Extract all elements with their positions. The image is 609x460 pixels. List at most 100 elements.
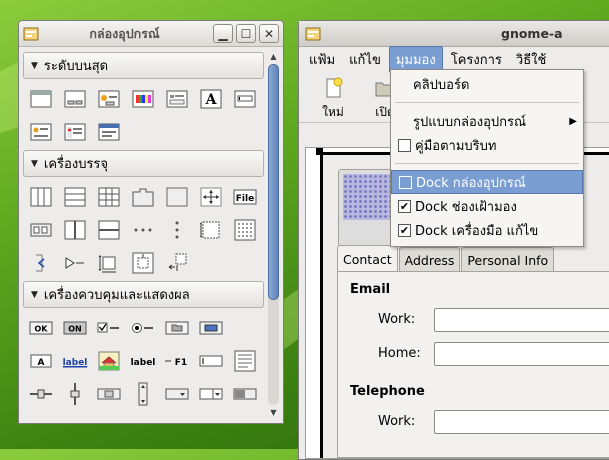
control-grid: OK ON A label label F1 [23,310,264,410]
menu-item-dock-palette[interactable]: Dock กล่องอุปกรณ์ [391,170,583,194]
checkbox-checked-icon[interactable]: ✔ [398,223,411,237]
menu-item-clipboard[interactable]: คลิปบอร์ด [391,72,583,96]
color-dialog-icon[interactable] [126,82,160,115]
checkbox-unchecked-icon[interactable] [399,175,412,189]
toggle-on-button-icon[interactable]: ON [58,311,92,344]
layout-icon[interactable] [194,213,228,246]
label-icon[interactable]: label [126,344,160,377]
hscale-icon[interactable] [24,377,58,410]
ok-button-icon[interactable]: OK [24,311,58,344]
ok-label: OK [35,324,49,333]
assistant-icon[interactable] [58,115,92,148]
checkbox-unchecked-icon[interactable] [398,138,411,152]
font-dialog-icon[interactable]: A [194,82,228,115]
vpaned-icon[interactable] [92,213,126,246]
menu-item-label: รูปแบบกล่องอุปกรณ์ [413,114,527,130]
vscale-icon[interactable] [58,377,92,410]
input-dialog-icon[interactable] [228,82,262,115]
check-button-icon[interactable] [92,311,126,344]
resize-icon[interactable] [92,246,126,279]
dotted-grid-icon[interactable] [228,213,262,246]
tab-personal-info[interactable]: Personal Info [461,247,555,272]
new-button[interactable]: ใหม่ [307,71,359,122]
group-header-containers[interactable]: ▼ เครื่องบรรจุ [23,150,264,177]
dialog-icon[interactable] [58,82,92,115]
group-header-controls[interactable]: ▼ เครื่องควบคุมและแสดงผล [23,281,264,308]
palette-window: กล่องอุปกรณ์ ▁ ☐ ✕ ▼ ระดับบนสุด A ▼ เครื… [18,20,284,424]
palette-titlebar[interactable]: กล่องอุปกรณ์ ▁ ☐ ✕ [19,21,283,47]
toolbar-icon[interactable] [24,213,58,246]
entry-icon[interactable] [194,344,228,377]
button-box-icon[interactable] [126,213,160,246]
expander-icon[interactable] [24,246,58,279]
scroll-trough[interactable] [268,64,279,405]
work-phone-input[interactable] [434,410,609,434]
tab-contact[interactable]: Contact [337,245,398,272]
spin-button-icon[interactable] [92,377,126,410]
play-arrow-icon[interactable] [58,246,92,279]
menu-item-dock-inspector[interactable]: ✔ Dock ช่องเฝ้ามอง [391,194,583,218]
file-label-icon[interactable]: File [228,180,262,213]
svg-text:A: A [205,92,218,108]
menu-edit[interactable]: แก้ไข [343,47,387,72]
progress-icon[interactable] [228,377,262,410]
scroll-down-icon[interactable]: ▼ [267,406,280,419]
fixed-icon[interactable] [194,180,228,213]
menu-separator [395,102,579,103]
vspin-icon[interactable] [126,377,160,410]
expander-arrow-icon: ▼ [31,158,38,169]
minimize-button[interactable]: ▁ [213,24,233,43]
file-label-text: File [236,194,254,204]
recent-chooser-icon[interactable] [92,115,126,148]
notebook-icon[interactable] [126,180,160,213]
textview-icon[interactable] [228,344,262,377]
menu-item-context-help[interactable]: คู่มือตามบริบท [391,133,583,157]
font-button-icon[interactable]: F1 [160,344,194,377]
image-icon[interactable] [92,344,126,377]
glade-app-icon [305,27,321,40]
hbox-icon[interactable] [24,180,58,213]
home-email-input[interactable] [434,342,609,366]
color-button-icon[interactable] [194,311,228,344]
link-label-icon[interactable]: label [58,344,92,377]
table-icon[interactable] [92,180,126,213]
maximize-button[interactable]: ☐ [236,24,256,43]
tab-address[interactable]: Address [398,247,461,272]
frame-icon[interactable] [160,180,194,213]
main-titlebar[interactable]: gnome-a [299,21,609,47]
new-label: ใหม่ [322,105,344,119]
close-button[interactable]: ✕ [259,24,279,43]
menubar: แฟ้ม แก้ไข มุมมอง โครงการ วิธีใช้ [299,45,609,73]
alignment-icon[interactable] [126,246,160,279]
menu-project[interactable]: โครงการ [445,47,508,72]
event-box-icon[interactable] [160,246,194,279]
menu-item-palette-appearance[interactable]: รูปแบบกล่องอุปกรณ์ ▶ [391,109,583,133]
combo-entry-icon[interactable] [194,377,228,410]
about-dialog-icon[interactable] [24,115,58,148]
message-dialog-icon[interactable] [92,82,126,115]
file-chooser-button-icon[interactable] [160,311,194,344]
file-chooser-icon[interactable] [160,82,194,115]
glade-app-icon [23,27,39,40]
menu-item-dock-editor[interactable]: ✔ Dock เครื่องมือ แก้ไข [391,218,583,242]
menu-separator [395,163,579,164]
hpaned-icon[interactable] [58,213,92,246]
close-icon: ✕ [263,26,275,41]
vbox-icon[interactable] [58,180,92,213]
toplevel-grid: A [23,81,264,148]
window-icon[interactable] [24,82,58,115]
scroll-thumb[interactable] [268,64,279,300]
radio-button-icon[interactable] [126,311,160,344]
group-title: เครื่องบรรจุ [43,157,109,172]
group-header-toplevel[interactable]: ▼ ระดับบนสุด [23,52,264,79]
menu-file[interactable]: แฟ้ม [303,47,341,72]
work-email-input[interactable] [434,308,609,332]
contact-tab-page: Email Work: Home: Telephone Work: [337,271,609,458]
palette-scrollbar[interactable]: ▲ ▼ [267,50,280,419]
checkbox-checked-icon[interactable]: ✔ [398,199,411,213]
vbutton-box-icon[interactable] [160,213,194,246]
menu-help[interactable]: วิธีใช้ [510,47,552,72]
a-label-icon[interactable]: A [24,344,58,377]
combo-icon[interactable] [160,377,194,410]
scroll-up-icon[interactable]: ▲ [267,50,280,63]
